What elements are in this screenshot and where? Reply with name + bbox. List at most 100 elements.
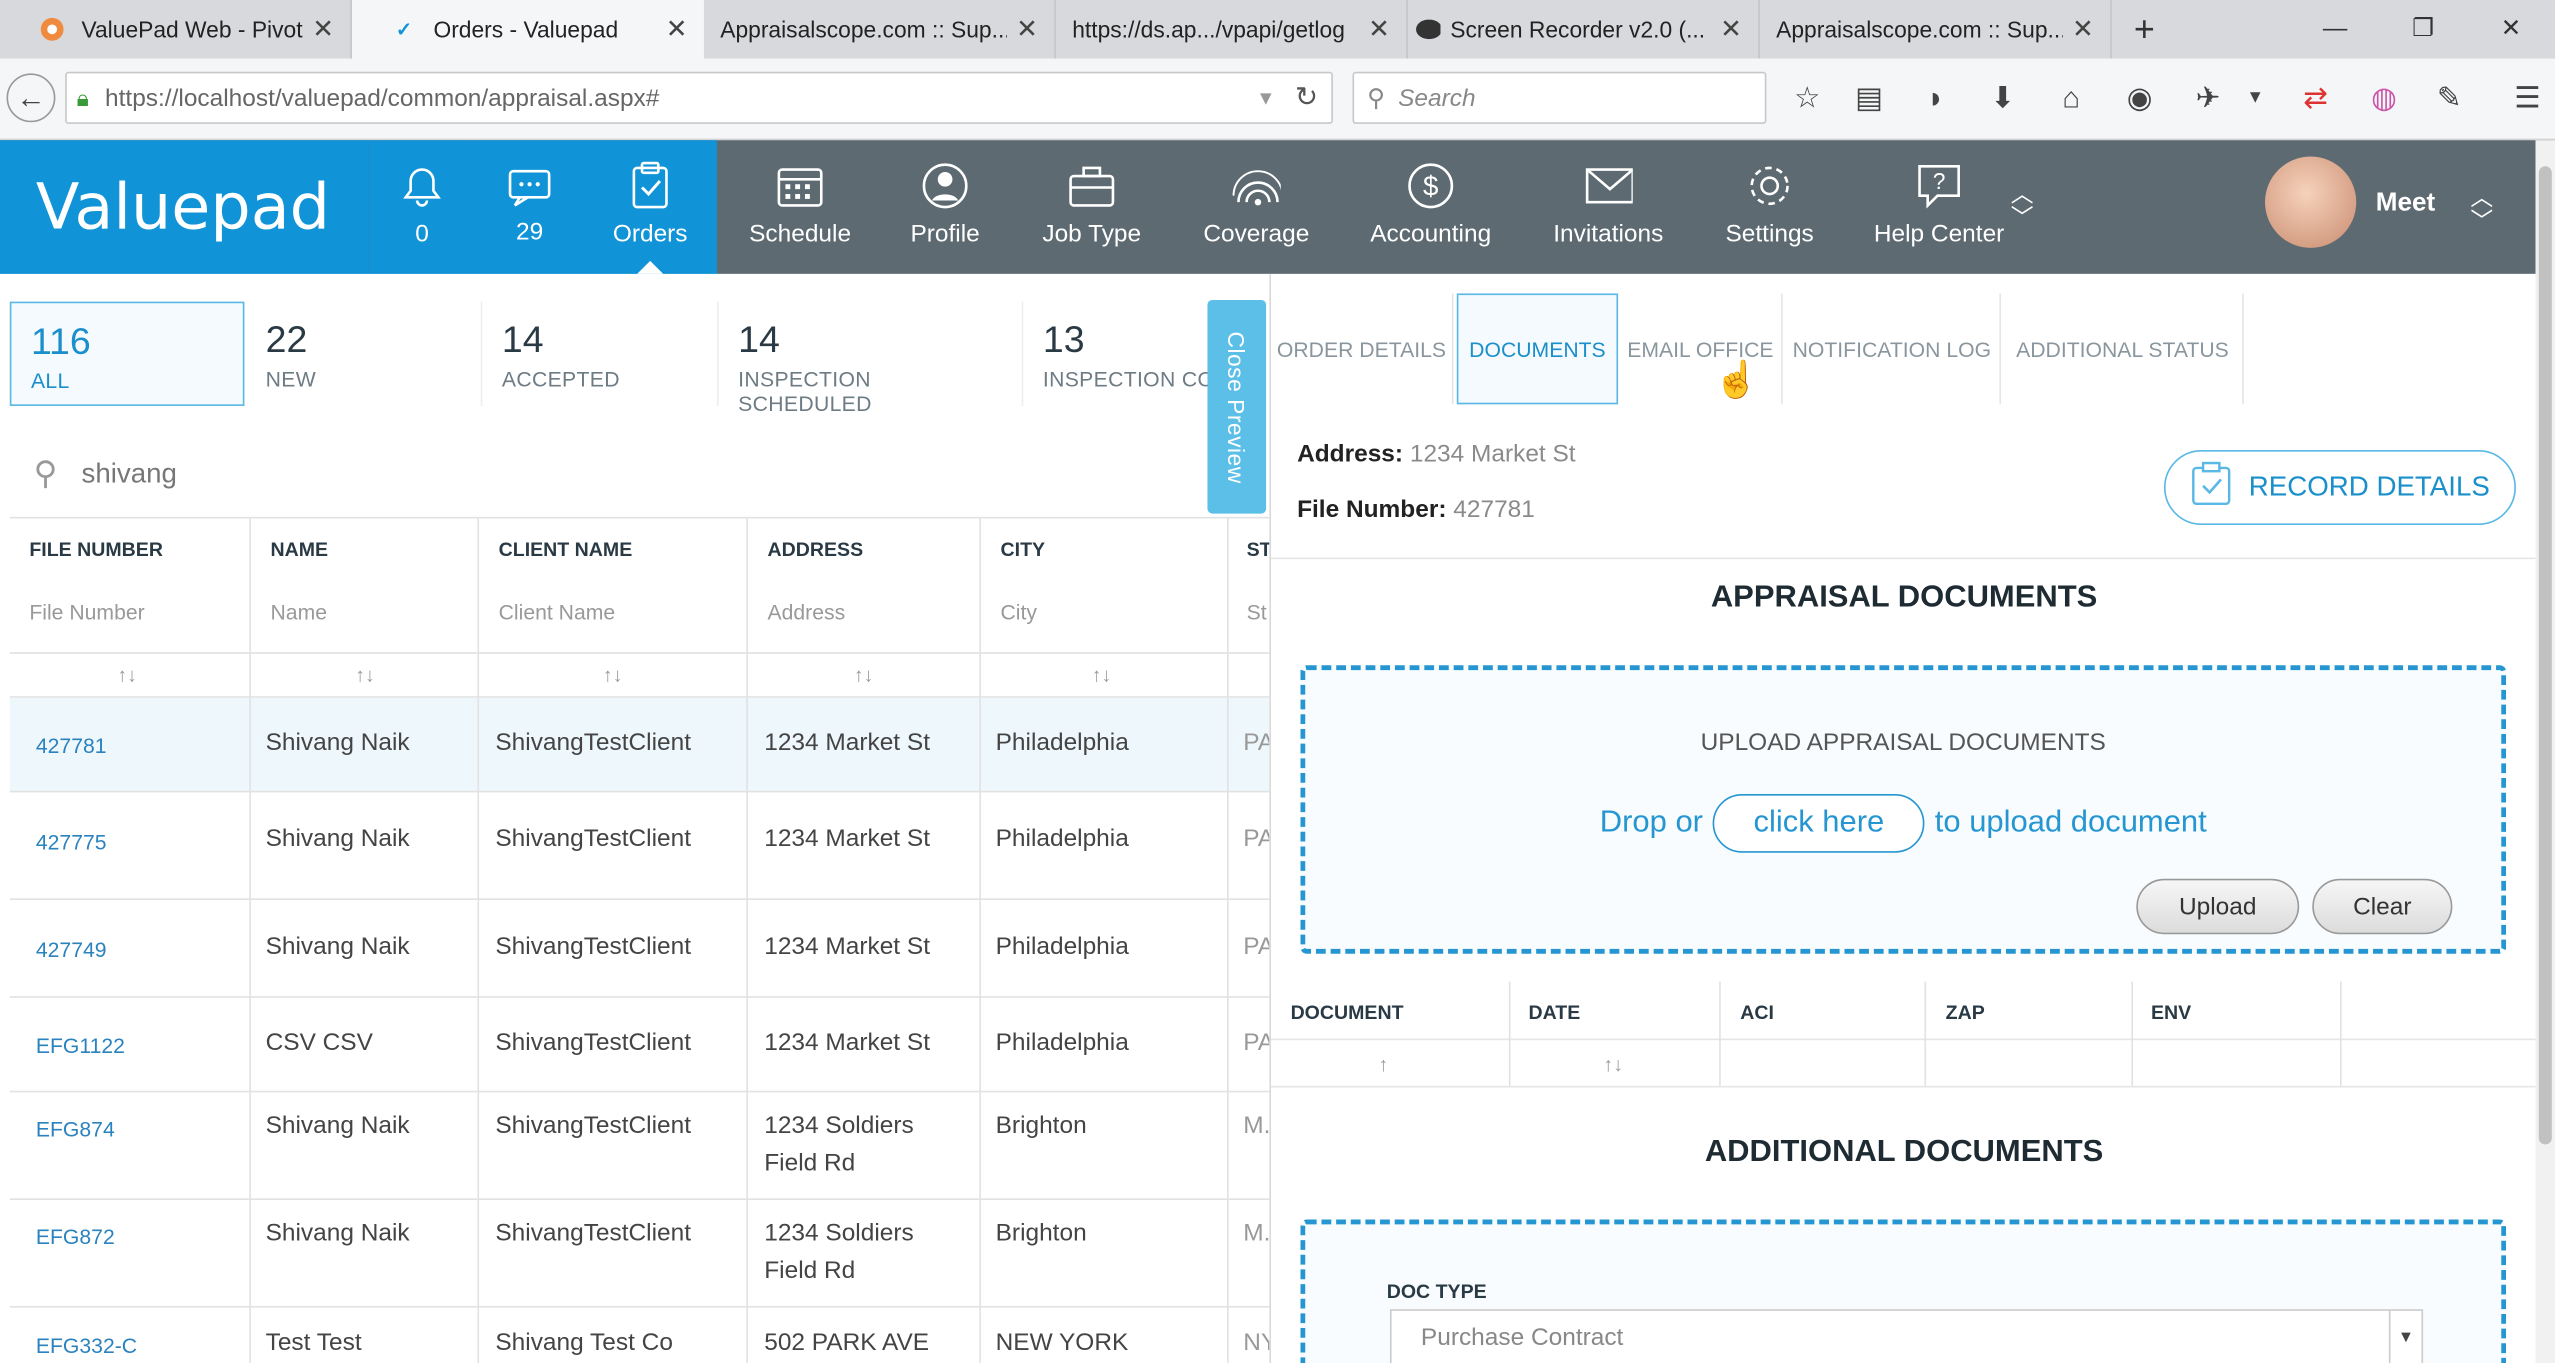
column-header[interactable]: CLIENT NAME: [499, 538, 633, 561]
nav-settings[interactable]: Settings: [1714, 140, 1825, 274]
close-tab-icon[interactable]: ✕: [1368, 13, 1390, 46]
nav-profile[interactable]: Profile: [893, 140, 997, 274]
upload-button[interactable]: Upload: [2136, 878, 2300, 935]
stat-inspection-scheduled[interactable]: 14 INSPECTION SCHEDULED: [716, 301, 1020, 416]
scrollbar-thumb[interactable]: [2538, 166, 2552, 1145]
stat-new[interactable]: 22 NEW: [246, 302, 481, 406]
table-row[interactable]: 427781 Shivang Naik ShivangTestClient 12…: [9, 697, 1270, 793]
doc-column-header[interactable]: DOCUMENT: [1291, 1001, 1404, 1024]
page-scrollbar[interactable]: [2535, 140, 2555, 1363]
browser-tab[interactable]: https://ds.ap.../vpapi/getlog ✕: [1056, 0, 1408, 59]
nav-invitations[interactable]: Invitations: [1538, 140, 1678, 274]
order-search[interactable]: ⚲ shivang: [9, 430, 1270, 519]
pin-icon[interactable]: ✎: [2428, 78, 2470, 117]
close-tab-icon[interactable]: ✕: [1720, 13, 1742, 46]
stat-accepted[interactable]: 14 ACCEPTED: [480, 301, 716, 406]
tab-order-details[interactable]: ORDER DETAILS: [1271, 293, 1454, 405]
column-header[interactable]: NAME: [270, 538, 328, 561]
user-menu-chevrons-icon[interactable]: ︿ ﹀: [2470, 186, 2493, 232]
new-tab-icon[interactable]: +: [2112, 0, 2177, 59]
stat-all[interactable]: 116 ALL: [9, 301, 245, 406]
browser-tab[interactable]: ValuePad Web - Pivot... ✕: [0, 0, 352, 59]
close-window-icon[interactable]: ✕: [2467, 0, 2555, 55]
extension-icon[interactable]: ✈: [2187, 78, 2229, 117]
close-tab-icon[interactable]: ✕: [666, 13, 688, 46]
home-icon[interactable]: ⌂: [2050, 78, 2092, 117]
sort-icon[interactable]: ↑↓: [355, 664, 375, 687]
filter-state[interactable]: St: [1247, 600, 1267, 624]
url-bar[interactable]: 🔒︎ https://localhost/valuepad/common/app…: [65, 71, 1333, 124]
filter-city[interactable]: City: [1001, 600, 1037, 624]
browser-tab[interactable]: Appraisalscope.com :: Sup... ✕: [1760, 0, 2112, 59]
sort-icon[interactable]: ↑↓: [1603, 1053, 1623, 1076]
reading-list-icon[interactable]: ▤: [1848, 78, 1890, 117]
filter-name[interactable]: Name: [270, 600, 327, 624]
reload-icon[interactable]: ↻: [1295, 82, 1318, 115]
restore-icon[interactable]: ❐: [2379, 0, 2467, 55]
nav-accounting[interactable]: $ Accounting: [1359, 140, 1502, 274]
table-row[interactable]: EFG874 Shivang Naik ShivangTestClient 12…: [9, 1092, 1270, 1200]
minimize-icon[interactable]: —: [2291, 0, 2379, 55]
messages-button[interactable]: 29: [475, 140, 584, 274]
table-row[interactable]: EFG332-C Test Test Shivang Test Co 502 P…: [10, 1308, 1270, 1363]
download-icon[interactable]: ⬇: [1981, 78, 2023, 117]
browser-tab[interactable]: Screen Recorder v2.0 (... ✕: [1408, 0, 1760, 59]
sort-icon[interactable]: ↑: [1379, 1053, 1389, 1076]
close-tab-icon[interactable]: ✕: [2072, 13, 2094, 46]
nav-orders[interactable]: Orders: [583, 140, 717, 274]
filter-client-name[interactable]: Client Name: [499, 600, 616, 624]
click-here-button[interactable]: click here: [1712, 794, 1925, 853]
tab-notification-log[interactable]: NOTIFICATION LOG: [1784, 293, 2002, 405]
column-header[interactable]: ADDRESS: [767, 538, 863, 561]
file-number-link[interactable]: EFG872: [36, 1218, 115, 1255]
table-row[interactable]: EFG872 Shivang Naik ShivangTestClient 12…: [9, 1200, 1270, 1308]
nav-scroll-chevrons-icon[interactable]: ︿ ﹀: [2011, 183, 2034, 229]
nav-coverage[interactable]: Coverage: [1190, 140, 1324, 274]
close-tab-icon[interactable]: ✕: [1016, 13, 1038, 46]
nav-help-center[interactable]: ? Help Center: [1867, 140, 2010, 274]
filter-file-number[interactable]: File Number: [29, 600, 144, 624]
column-header[interactable]: FILE NUMBER: [29, 538, 163, 561]
table-row[interactable]: EFG1122 CSV CSV ShivangTestClient 1234 M…: [9, 998, 1270, 1093]
doc-column-header[interactable]: ENV: [2151, 1001, 2191, 1024]
nav-schedule[interactable]: Schedule: [737, 140, 864, 274]
close-tab-icon[interactable]: ✕: [312, 13, 334, 46]
search-input[interactable]: ⚲ Search: [1352, 71, 1767, 124]
column-header[interactable]: CITY: [1001, 538, 1046, 561]
column-header[interactable]: ST: [1247, 538, 1270, 561]
doc-column-header[interactable]: ZAP: [1946, 1001, 1985, 1024]
notifications-button[interactable]: 0: [368, 140, 476, 274]
file-number-link[interactable]: 427749: [36, 931, 107, 968]
doc-type-select[interactable]: Purchase Contract ▼: [1389, 1309, 2424, 1363]
pocket-icon[interactable]: ◗: [1915, 78, 1957, 117]
close-preview-button[interactable]: Close Preview: [1207, 299, 1267, 514]
additional-upload-zone[interactable]: DOC TYPE Purchase Contract ▼: [1300, 1219, 2507, 1363]
table-row[interactable]: 427775 Shivang Naik ShivangTestClient 12…: [9, 792, 1270, 900]
record-details-button[interactable]: RECORD DETAILS: [2163, 449, 2516, 525]
sort-icon[interactable]: ↑↓: [854, 664, 874, 687]
sync-arrows-icon[interactable]: ⇄: [2294, 78, 2336, 117]
dropdown-arrow-icon[interactable]: ▼: [2241, 78, 2270, 117]
file-number-link[interactable]: EFG1122: [36, 1027, 125, 1064]
menu-icon[interactable]: ☰: [2506, 78, 2548, 117]
search-query[interactable]: shivang: [81, 457, 177, 490]
file-number-link[interactable]: EFG332-C: [36, 1327, 137, 1363]
sort-icon[interactable]: ↑↓: [117, 664, 137, 687]
browser-tab-active[interactable]: ✓ Orders - Valuepad ✕: [351, 0, 704, 59]
clear-button[interactable]: Clear: [2312, 878, 2453, 935]
valuepad-logo[interactable]: Valuepad: [0, 140, 369, 274]
dropdown-arrow-icon[interactable]: ▼: [1256, 86, 1275, 109]
avatar[interactable]: [2265, 156, 2357, 248]
tab-documents[interactable]: DOCUMENTS: [1456, 293, 1619, 405]
filter-address[interactable]: Address: [767, 600, 845, 624]
tab-additional-status[interactable]: ADDITIONAL STATUS: [2003, 293, 2244, 405]
color-wheel-icon[interactable]: ◍: [2363, 78, 2405, 117]
doc-column-header[interactable]: ACI: [1740, 1001, 1774, 1024]
file-number-link[interactable]: 427775: [36, 823, 107, 860]
sort-icon[interactable]: ↑↓: [1092, 664, 1112, 687]
file-number-link[interactable]: EFG874: [36, 1110, 115, 1147]
back-arrow-icon[interactable]: ←: [6, 73, 56, 123]
user-name[interactable]: Meet: [2376, 189, 2435, 218]
bookmark-star-icon[interactable]: ☆: [1786, 78, 1828, 117]
doc-column-header[interactable]: DATE: [1528, 1001, 1580, 1024]
